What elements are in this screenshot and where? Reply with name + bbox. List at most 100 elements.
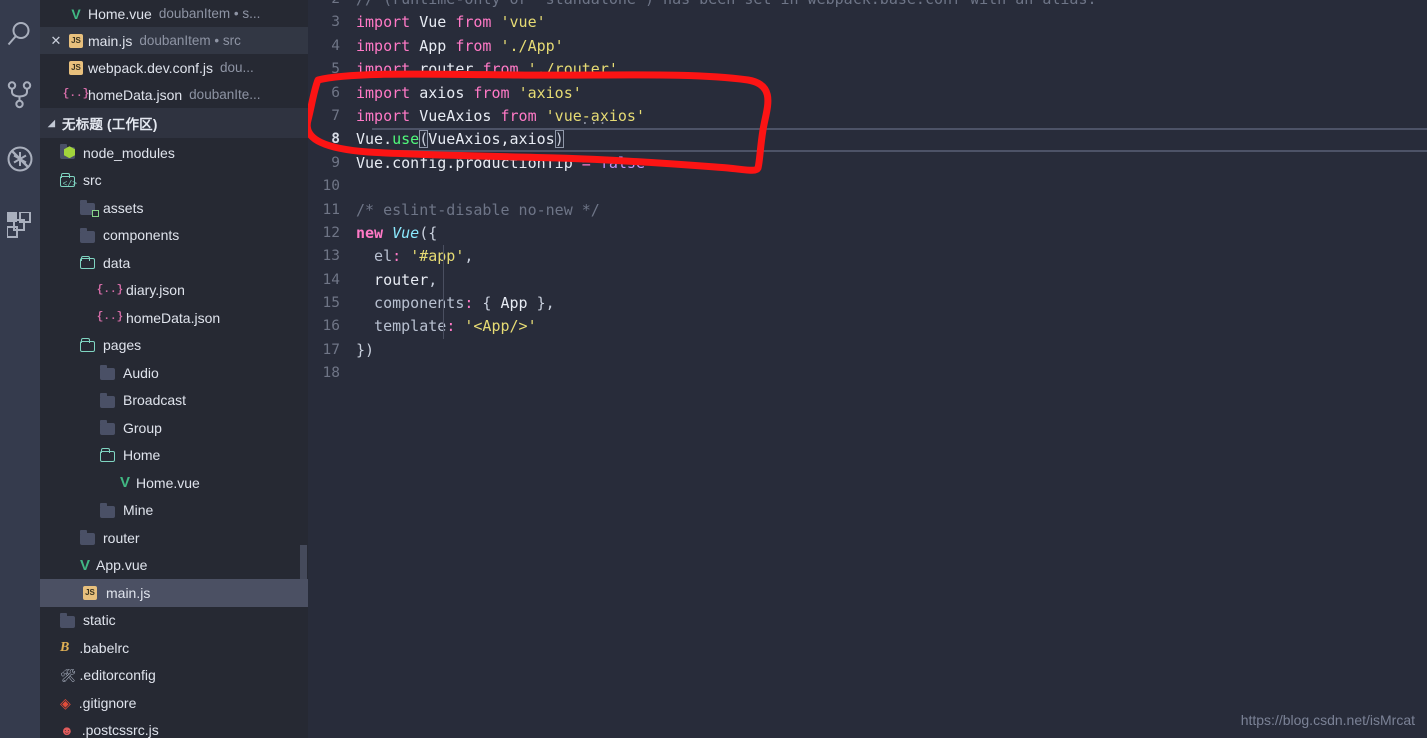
code-line: 7 import VueAxios from 'vue-axios'...	[308, 105, 1427, 128]
line-number: 12	[322, 224, 340, 241]
folder-open-icon	[80, 255, 97, 270]
folder-closed-icon	[100, 420, 117, 436]
line-number: 16	[322, 318, 340, 335]
line-number-active: 8	[331, 131, 340, 148]
open-editors-list: ✕ V Home.vue doubanItem • s... ✕ JS main…	[40, 0, 308, 108]
open-editor-item[interactable]: ✕ {..} homeData.json doubanIte...	[40, 81, 308, 108]
workspace-title: 无标题 (工作区)	[62, 117, 158, 132]
workspace-section-header[interactable]: ◢ 无标题 (工作区)	[40, 108, 308, 138]
code-line: 16 template: '<App/>'	[308, 315, 1427, 339]
line-text: Vue.use(VueAxios,axios)	[356, 130, 564, 149]
folder-open-icon	[100, 448, 117, 463]
folder-open-icon	[80, 338, 97, 353]
open-editor-item[interactable]: ✕ V Home.vue doubanItem • s...	[40, 0, 308, 27]
code-line: 4 import App from './App'	[308, 35, 1427, 58]
chevron-down-icon[interactable]: ◢	[48, 118, 62, 129]
tree-item-label: Group	[123, 419, 162, 436]
line-number: 7	[331, 107, 340, 124]
tree-item-static[interactable]: static	[40, 607, 308, 635]
tree-item-audio[interactable]: Audio	[40, 359, 308, 387]
tree-item-postcssrc[interactable]: ☻ .postcssrc.js	[40, 717, 308, 738]
tree-item-gitignore[interactable]: ◈ .gitignore	[40, 689, 308, 717]
vue-file-icon: V	[71, 5, 81, 22]
open-editor-item[interactable]: ✕ JS webpack.dev.conf.js dou...	[40, 54, 308, 81]
close-icon[interactable]: ✕	[46, 34, 66, 47]
tree-item-label: router	[103, 529, 140, 546]
explorer-sidebar: ✕ V Home.vue doubanItem • s... ✕ JS main…	[40, 0, 308, 738]
code-line: 13 el: '#app',	[308, 245, 1427, 269]
extensions-icon[interactable]	[0, 196, 40, 254]
line-text: template: '<App/>'	[356, 315, 1427, 339]
wrench-icon: 🛠	[60, 667, 77, 683]
tree-item-diary-json[interactable]: {..} diary.json	[40, 277, 308, 305]
tree-item-editorconfig[interactable]: 🛠 .editorconfig	[40, 662, 308, 690]
folder-closed-icon	[80, 200, 99, 218]
sidebar-scrollbar[interactable]	[300, 545, 307, 587]
tree-item-label: components	[103, 227, 180, 244]
tree-item-group[interactable]: Group	[40, 414, 308, 442]
tree-item-router[interactable]: router	[40, 524, 308, 552]
line-text: components: { App },	[356, 292, 1427, 316]
babel-file-icon: B	[60, 639, 70, 655]
tree-item-home-vue[interactable]: V Home.vue	[40, 469, 308, 497]
folder-closed-icon	[80, 227, 97, 243]
folder-closed-icon	[60, 612, 77, 628]
line-text: /* eslint-disable no-new */	[356, 200, 600, 219]
tree-item-main-js[interactable]: JS main.js	[40, 579, 308, 607]
tree-item-label: homeData.json	[126, 309, 221, 326]
open-editor-name: homeData.json	[88, 86, 183, 103]
code-content: 2 // (runtime-only or 'standalone') has …	[308, 0, 1427, 386]
tree-item-pages[interactable]: pages	[40, 332, 308, 360]
open-editor-path: dou...	[220, 60, 254, 75]
code-line-active: 8 Vue.use(VueAxios,axios)	[308, 128, 1427, 152]
tree-item-label: .gitignore	[78, 694, 137, 711]
tree-item-label: static	[83, 612, 116, 629]
open-editor-name: main.js	[88, 32, 133, 49]
code-line: 12 new Vue({	[308, 222, 1427, 245]
open-editor-name: webpack.dev.conf.js	[88, 59, 214, 76]
code-line: 17 })	[308, 339, 1427, 362]
line-text: import router from './router'	[356, 60, 618, 79]
tree-item-app-vue[interactable]: V App.vue	[40, 552, 308, 580]
tree-item-assets[interactable]: assets	[40, 194, 308, 222]
tree-item-components[interactable]: components	[40, 222, 308, 250]
vscode-window: ✕ V Home.vue doubanItem • s... ✕ JS main…	[0, 0, 1427, 738]
line-number: 9	[331, 154, 340, 171]
tree-item-home[interactable]: Home	[40, 442, 308, 470]
tree-item-label: pages	[103, 337, 142, 354]
json-file-icon: {..}	[96, 283, 124, 296]
tree-item-label: .postcssrc.js	[81, 722, 159, 738]
search-icon[interactable]	[0, 2, 40, 60]
tree-item-babelrc[interactable]: B .babelrc	[40, 634, 308, 662]
line-number: 14	[322, 271, 340, 288]
tree-item-label: .editorconfig	[79, 667, 156, 684]
code-line: 11 /* eslint-disable no-new */	[308, 199, 1427, 222]
tree-item-label: Mine	[123, 502, 154, 519]
code-line: 5 import router from './router'	[308, 58, 1427, 81]
tree-item-src[interactable]: </> src	[40, 167, 308, 195]
tree-item-data[interactable]: data	[40, 249, 308, 277]
line-text	[356, 362, 1427, 385]
tree-item-label: Broadcast	[123, 392, 187, 409]
tree-item-broadcast[interactable]: Broadcast	[40, 387, 308, 415]
code-line: 15 components: { App },	[308, 292, 1427, 316]
tree-item-label: .babelrc	[79, 639, 130, 656]
line-text	[356, 175, 1427, 198]
tree-item-label: src	[83, 172, 102, 189]
tree-item-label: Home	[123, 447, 161, 464]
debug-disabled-icon[interactable]	[0, 130, 40, 188]
source-control-icon[interactable]	[0, 66, 40, 124]
folder-closed-icon	[80, 530, 97, 546]
tree-item-homedata-json[interactable]: {..} homeData.json	[40, 304, 308, 332]
folder-closed-icon	[100, 502, 117, 518]
code-editor[interactable]: 2 // (runtime-only or 'standalone') has …	[308, 0, 1427, 738]
json-file-icon: {..}	[96, 311, 124, 324]
open-editor-item-active[interactable]: ✕ JS main.js doubanItem • src	[40, 27, 308, 54]
line-text: router,	[356, 268, 1427, 293]
tree-item-mine[interactable]: Mine	[40, 497, 308, 525]
node-modules-icon	[60, 144, 77, 160]
tree-item-node_modules[interactable]: node_modules	[40, 139, 308, 167]
folder-closed-icon	[100, 365, 117, 381]
open-editor-path: doubanItem • s...	[158, 6, 261, 21]
tree-item-label: diary.json	[126, 282, 185, 299]
